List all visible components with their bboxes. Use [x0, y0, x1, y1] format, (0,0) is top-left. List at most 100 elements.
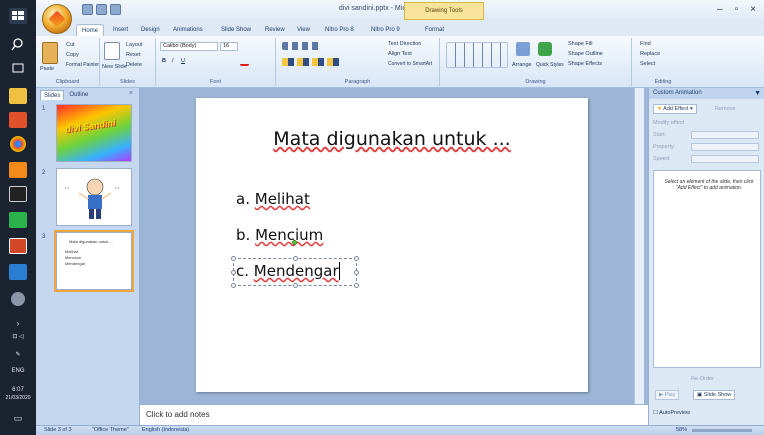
- tab-nitro-pro-9[interactable]: Nitro Pro 9: [366, 24, 405, 36]
- font-size-combo[interactable]: 16: [220, 42, 238, 51]
- italic-button[interactable]: I: [172, 58, 174, 64]
- media-app-icon[interactable]: [9, 186, 27, 202]
- clock-date[interactable]: 21/03/2020: [0, 395, 36, 402]
- bullet-a[interactable]: a. Melihat: [236, 190, 310, 208]
- resize-handle[interactable]: [354, 283, 359, 288]
- maximize-icon[interactable]: ▫: [735, 4, 739, 15]
- tab-slides[interactable]: Slides: [40, 90, 65, 100]
- quick-styles-button[interactable]: Quick Styles: [536, 62, 564, 68]
- shape-effects-button[interactable]: Shape Effects: [568, 61, 602, 67]
- resize-handle[interactable]: [293, 256, 298, 261]
- resize-handle[interactable]: [354, 270, 359, 275]
- quick-styles-icon[interactable]: [538, 42, 552, 56]
- tab-slide-show[interactable]: Slide Show: [216, 24, 256, 36]
- language-indicator[interactable]: ENG: [0, 368, 36, 375]
- tab-review[interactable]: Review: [260, 24, 290, 36]
- property-field[interactable]: [691, 143, 759, 151]
- slide-title[interactable]: Mata digunakan untuk ...: [196, 128, 588, 150]
- format-painter-button[interactable]: Format Painter: [66, 62, 99, 68]
- paste-icon[interactable]: [42, 42, 58, 64]
- font-color-icon[interactable]: [240, 58, 249, 66]
- shape-fill-button[interactable]: Shape Fill: [568, 41, 592, 47]
- align-text-button[interactable]: Align Text: [388, 51, 412, 57]
- tab-design[interactable]: Design: [136, 24, 165, 36]
- arrange-button[interactable]: Arrange: [512, 62, 532, 68]
- office-button[interactable]: [42, 4, 72, 34]
- bullets-icon[interactable]: [282, 42, 322, 50]
- resize-handle[interactable]: [231, 256, 236, 261]
- close-icon[interactable]: ×: [750, 4, 756, 15]
- play-button[interactable]: ▶ Play: [655, 390, 680, 400]
- notification-icon[interactable]: ▭: [0, 414, 36, 423]
- reset-button[interactable]: Reset: [126, 52, 140, 58]
- cut-button[interactable]: Cut: [66, 42, 75, 48]
- tab-insert[interactable]: Insert: [108, 24, 133, 36]
- search-icon[interactable]: [9, 36, 27, 52]
- pen-icon[interactable]: ✎: [0, 352, 36, 359]
- vertical-scrollbar[interactable]: [634, 88, 644, 404]
- network-icon[interactable]: ⊡ ◁: [0, 334, 36, 341]
- rotation-handle[interactable]: [292, 240, 297, 245]
- slide-thumbnail-1[interactable]: divi Sandini: [56, 104, 132, 162]
- tab-view[interactable]: View: [292, 24, 315, 36]
- language-status[interactable]: English (Indonesia): [142, 427, 189, 433]
- bold-button[interactable]: B: [162, 58, 166, 64]
- close-icon[interactable]: ×: [129, 90, 133, 97]
- text-direction-button[interactable]: Text Direction: [388, 41, 421, 47]
- shapes-gallery-icon[interactable]: [446, 42, 508, 68]
- drawing-tools-contextual-tab[interactable]: Drawing Tools: [404, 2, 484, 20]
- copy-button[interactable]: Copy: [66, 52, 79, 58]
- word-app-icon[interactable]: [9, 264, 27, 280]
- replace-button[interactable]: Replace: [640, 51, 660, 57]
- app-icon[interactable]: [11, 292, 25, 306]
- underline-button[interactable]: U: [181, 58, 185, 64]
- powerpoint-icon[interactable]: [9, 238, 27, 254]
- slide-show-button[interactable]: ▣ Slide Show: [693, 390, 736, 400]
- delete-button[interactable]: Delete: [126, 62, 142, 68]
- find-button[interactable]: Find: [640, 41, 651, 47]
- paste-button[interactable]: Paste: [40, 66, 54, 72]
- clock-time[interactable]: 6:07: [0, 387, 36, 394]
- alignment-icon[interactable]: [282, 58, 342, 66]
- chevron-up-icon[interactable]: ›: [0, 320, 36, 328]
- office-app-icon[interactable]: [9, 112, 27, 128]
- new-slide-icon[interactable]: [104, 42, 120, 60]
- paint-icon[interactable]: [9, 162, 27, 178]
- add-effect-button[interactable]: ★ Add Effect ▾: [653, 104, 697, 114]
- task-view-icon[interactable]: [9, 60, 27, 76]
- notes-pane[interactable]: Click to add notes: [140, 404, 648, 425]
- tab-format[interactable]: Format: [420, 24, 449, 36]
- autopreview-checkbox[interactable]: ☐ AutoPreview: [653, 410, 690, 416]
- tab-animations[interactable]: Animations: [168, 24, 208, 36]
- bullet-c[interactable]: c. Mendengar: [236, 262, 340, 280]
- chevron-down-icon[interactable]: ▼: [754, 88, 761, 99]
- file-explorer-icon[interactable]: [9, 88, 27, 104]
- start-field[interactable]: [691, 131, 759, 139]
- arrange-icon[interactable]: [516, 42, 530, 56]
- slide-thumbnail-3[interactable]: Mata digunakan untuk ... Melihat Mencium…: [54, 230, 134, 292]
- zoom-slider[interactable]: [692, 429, 752, 432]
- resize-handle[interactable]: [354, 256, 359, 261]
- resize-handle[interactable]: [231, 283, 236, 288]
- chrome-icon[interactable]: [10, 136, 26, 152]
- shape-outline-button[interactable]: Shape Outline: [568, 51, 603, 57]
- new-slide-button[interactable]: New Slide: [102, 64, 127, 70]
- resize-handle[interactable]: [293, 283, 298, 288]
- remove-button[interactable]: Remove: [715, 106, 735, 112]
- font-family-combo[interactable]: Calibri (Body): [160, 42, 218, 51]
- windows-start-icon[interactable]: [9, 8, 27, 24]
- convert-smartart-button[interactable]: Convert to SmartArt: [388, 61, 432, 67]
- speed-field[interactable]: [691, 155, 759, 163]
- slide-thumbnail-2[interactable]: • • • •: [56, 168, 132, 226]
- tab-home[interactable]: Home: [76, 24, 105, 36]
- tab-outline[interactable]: Outline: [66, 90, 91, 100]
- animation-list[interactable]: Select an element of the slide, then cli…: [653, 170, 761, 368]
- tab-nitro-pro-8[interactable]: Nitro Pro 8: [320, 24, 359, 36]
- green-app-icon[interactable]: [9, 212, 27, 228]
- layout-button[interactable]: Layout: [126, 42, 143, 48]
- slide-canvas[interactable]: Mata digunakan untuk ... a. Melihat b. M…: [196, 98, 588, 392]
- zoom-level[interactable]: 58%: [676, 427, 687, 433]
- select-button[interactable]: Select: [640, 61, 655, 67]
- bullet-b[interactable]: b. Mencium: [236, 226, 323, 244]
- minimize-icon[interactable]: –: [717, 4, 723, 15]
